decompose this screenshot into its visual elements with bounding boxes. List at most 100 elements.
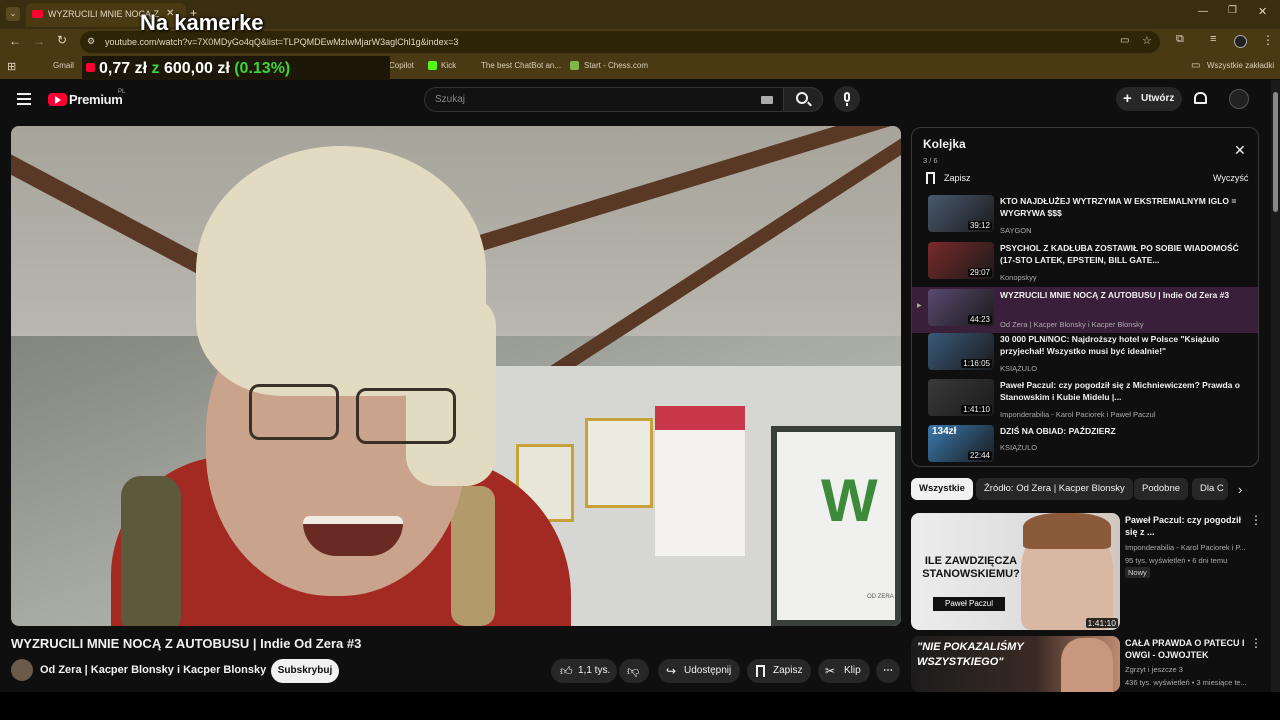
rec-channel[interactable]: Imponderabilia - Karol Paciorek i P... — [1125, 543, 1260, 552]
clip-button[interactable]: ✂ Klip — [818, 659, 870, 683]
search-button[interactable] — [783, 87, 823, 112]
cast-icon[interactable]: ▭ — [1120, 35, 1129, 46]
logo-text: Premium — [69, 92, 123, 107]
extensions-icon[interactable]: ⧉ — [1176, 33, 1184, 46]
restore-icon[interactable]: ❐ — [1228, 5, 1237, 16]
forward-icon[interactable]: → — [33, 34, 45, 48]
bookmark-copilot[interactable]: Copilot — [389, 61, 414, 70]
chip-for-you[interactable]: Dla C — [1192, 478, 1228, 500]
close-window-icon[interactable]: ✕ — [1258, 5, 1267, 18]
share-icon: ↪ — [666, 664, 677, 678]
rec-more-icon[interactable]: ⋮ — [1250, 513, 1262, 527]
video-scene-glasses — [249, 384, 339, 440]
chevron-right-icon[interactable]: › — [1238, 482, 1242, 497]
browser-menu-icon[interactable]: ⋮ — [1262, 33, 1274, 47]
queue-clear-button[interactable]: Wyczyść — [1213, 173, 1248, 183]
voice-search-button[interactable] — [834, 86, 860, 112]
rec-channel[interactable]: Zgrzyt i jeszcze 3 — [1125, 665, 1260, 674]
site-info-icon[interactable]: ⚙ — [87, 36, 95, 47]
queue-thumbnail[interactable]: 134zł 22:44 — [928, 425, 994, 462]
queue-thumbnail[interactable]: 1:16:05 — [928, 333, 994, 370]
chip-all[interactable]: Wszystkie — [911, 478, 973, 500]
play-triangle-icon — [55, 96, 61, 104]
chip-similar[interactable]: Podobne — [1134, 478, 1189, 500]
scissors-icon: ✂ — [825, 664, 836, 678]
new-badge: Nowy — [1125, 567, 1150, 578]
notifications-bell-icon[interactable] — [1194, 92, 1207, 104]
video-scene-calendar — [655, 406, 745, 556]
rec-duration: 1:41:10 — [1085, 618, 1118, 628]
reading-list-icon[interactable]: ≡ — [1210, 33, 1216, 45]
queue-duration: 22:44 — [967, 451, 992, 460]
microphone-stand — [846, 103, 848, 106]
queue-item[interactable]: 29:07 PSYCHOL Z KADŁUBA ZOSTAWIŁ PO SOBIE… — [912, 240, 1258, 286]
folder-icon: ▭ — [1191, 60, 1201, 71]
create-label: Utwórz — [1141, 93, 1175, 104]
youtube-favicon-icon — [86, 63, 95, 72]
profile-avatar[interactable] — [1234, 35, 1247, 48]
logo-region: PL — [118, 89, 126, 95]
like-count: 1,1 tys. — [578, 665, 611, 676]
save-label: Zapisz — [773, 665, 803, 676]
account-avatar[interactable] — [1229, 89, 1249, 109]
bookmark-kick[interactable]: Kick — [441, 61, 456, 70]
queue-item[interactable]: ▶ 44:23 WYZRUCILI MNIE NOCĄ Z AUTOBUSU | I… — [912, 287, 1258, 333]
video-scene-frame — [585, 418, 653, 508]
kick-icon — [428, 61, 437, 70]
save-button[interactable]: Zapisz — [747, 659, 811, 683]
queue-item[interactable]: 1:16:05 30 000 PLN/NOC: Najdroższy hotel … — [912, 331, 1258, 377]
rec-title[interactable]: CAŁA PRAWDA O PATECU I OWGI - OJWOJTEK — [1125, 637, 1245, 661]
dislike-button[interactable]: 👎︎ — [619, 659, 649, 683]
queue-item-title: 30 000 PLN/NOC: Najdroższy hotel w Polsc… — [1000, 334, 1220, 356]
subscribe-button[interactable]: Subskrybuj — [271, 659, 339, 683]
reload-icon[interactable]: ↻ — [57, 33, 67, 47]
rec-title[interactable]: Paweł Paczul: czy pogodził się z ... — [1125, 514, 1245, 538]
queue-item-title: DZIŚ NA OBIAD: PAŹDZIERZ — [1000, 426, 1116, 436]
rec-thumbnail[interactable]: ILE ZAWDZIĘCZA STANOWSKIEMU? Paweł Paczu… — [911, 513, 1120, 630]
bookmark-chatbot[interactable]: The best ChatBot an... — [481, 61, 561, 70]
chip-source[interactable]: Źródło: Od Zera | Kacper Blonsky — [976, 478, 1133, 500]
video-watermark: OD ZERA — [867, 594, 894, 600]
youtube-logo[interactable]: Premium PL — [48, 89, 128, 109]
queue-close-icon[interactable]: ✕ — [1234, 142, 1246, 159]
keyboard-icon[interactable] — [761, 96, 773, 104]
channel-avatar[interactable] — [11, 659, 33, 681]
bookmark-gmail[interactable]: Gmail — [53, 61, 74, 70]
rec-more-icon[interactable]: ⋮ — [1250, 636, 1262, 650]
ticker-percent: (0.13%) — [234, 60, 291, 77]
queue-thumbnail[interactable]: 29:07 — [928, 242, 994, 279]
bookmark-chess[interactable]: Start - Chess.com — [584, 61, 648, 70]
plus-icon: + — [1123, 90, 1132, 107]
queue-thumbnail[interactable]: 39:12 — [928, 195, 994, 232]
rec-views: 95 tys. wyświetleń • 6 dni temu — [1125, 556, 1228, 565]
queue-item[interactable]: 39:12 KTO NAJDŁUŻEJ WYTRZYMA W EKSTREMALN… — [912, 193, 1258, 239]
more-actions-button[interactable]: ⋯ — [876, 659, 900, 683]
scrollbar-thumb[interactable] — [1273, 92, 1278, 212]
video-player[interactable]: W OD ZERA — [11, 126, 901, 626]
bookmark-star-icon[interactable]: ☆ — [1142, 34, 1152, 47]
queue-item[interactable]: 134zł 22:44 DZIŚ NA OBIAD: PAŹDZIERZ KSIĄŻU… — [912, 423, 1258, 469]
video-scene-backpack-strap — [451, 486, 495, 626]
hamburger-menu-icon[interactable] — [17, 93, 31, 105]
channel-name[interactable]: Od Zera | Kacper Blonsky i Kacper Blonsk… — [40, 664, 282, 676]
queue-item[interactable]: 1:41:10 Paweł Paczul: czy pogodził się z … — [912, 377, 1258, 423]
apps-icon[interactable]: ⊞ — [7, 60, 16, 73]
back-icon[interactable]: ← — [9, 34, 21, 48]
youtube-favicon-icon — [32, 10, 43, 18]
minimize-icon[interactable]: — — [1198, 6, 1208, 17]
all-bookmarks[interactable]: Wszystkie zakładki — [1207, 61, 1274, 70]
search-input[interactable]: Szukaj — [424, 87, 784, 112]
queue-save-label: Zapisz — [944, 173, 971, 183]
queue-save-button[interactable]: Zapisz — [923, 170, 983, 186]
rec-thumbnail[interactable]: "NIE POKAZALIŚMY WSZYSTKIEGO" — [911, 636, 1120, 692]
like-button[interactable]: 👍︎ 1,1 tys. — [551, 659, 617, 683]
video-title: WYZRUCILI MNIE NOCĄ Z AUTOBUSU | Indie O… — [11, 636, 362, 651]
share-button[interactable]: ↪ Udostępnij — [658, 659, 740, 683]
queue-thumbnail[interactable]: 44:23 — [928, 289, 994, 326]
queue-item-channel: SAYGON — [1000, 226, 1032, 235]
queue-thumbnail[interactable]: 1:41:10 — [928, 379, 994, 416]
queue-item-channel: Od Zera | Kacper Blonsky i Kacper Blonsk… — [1000, 320, 1144, 329]
rec-thumb-hair — [1023, 513, 1111, 549]
create-button[interactable]: + Utwórz — [1116, 87, 1182, 111]
tab-list-icon[interactable]: ⌄ — [6, 7, 20, 21]
